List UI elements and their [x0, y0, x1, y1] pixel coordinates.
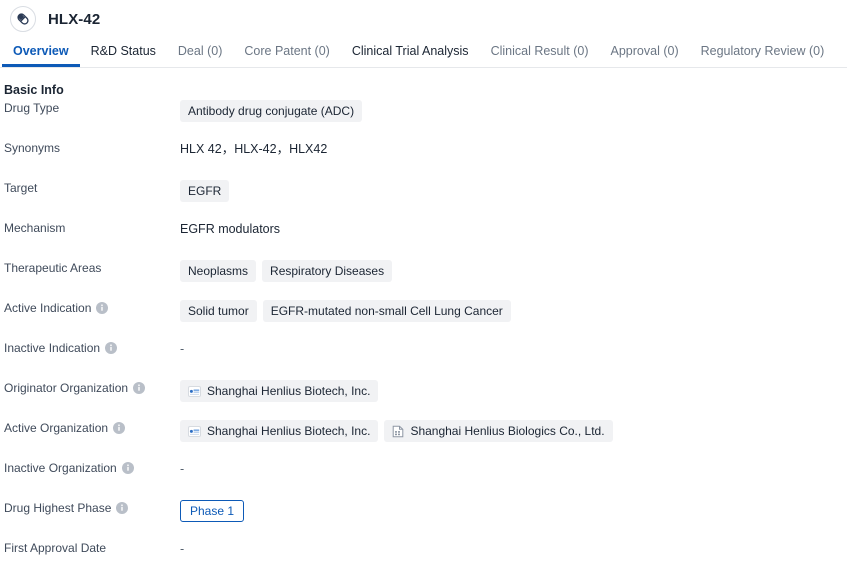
- tab-clinical-result[interactable]: Clinical Result (0): [480, 38, 600, 67]
- chip-drug-type[interactable]: Antibody drug conjugate (ADC): [180, 100, 363, 122]
- tab-core-patent[interactable]: Core Patent (0): [233, 38, 340, 67]
- field-label-synonyms: Synonyms: [0, 140, 180, 156]
- field-row-active-organization: Active Organization Shanghai Henlius Bio…: [0, 420, 847, 460]
- chip-label: Respiratory Diseases: [270, 264, 385, 278]
- empty-value-dash: -: [180, 342, 185, 356]
- chip-label: Solid tumor: [188, 304, 249, 318]
- chip-organization-henlius-biologics[interactable]: Shanghai Henlius Biologics Co., Ltd.: [384, 420, 613, 442]
- field-value-active-indication: Solid tumor EGFR-mutated non-small Cell …: [180, 300, 847, 322]
- field-label-text: Drug Highest Phase: [4, 501, 112, 515]
- tab-bar: Overview R&D Status Deal (0) Core Patent…: [0, 38, 847, 68]
- field-label-drug-type: Drug Type: [0, 100, 180, 116]
- tab-approval[interactable]: Approval (0): [600, 38, 690, 67]
- chip-organization-henlius-biotech[interactable]: Shanghai Henlius Biotech, Inc.: [180, 420, 379, 442]
- status-badge-phase[interactable]: Phase 1: [180, 500, 245, 522]
- field-value-first-approval-date: -: [180, 540, 847, 558]
- field-label-therapeutic-areas: Therapeutic Areas: [0, 260, 180, 276]
- field-row-mechanism: Mechanism EGFR modulators: [0, 220, 847, 260]
- chip-indication-solid-tumor[interactable]: Solid tumor: [180, 300, 257, 322]
- empty-value-dash: -: [180, 542, 185, 556]
- info-icon[interactable]: [105, 342, 118, 354]
- building-icon: [392, 425, 404, 438]
- field-value-originator-organization: Shanghai Henlius Biotech, Inc.: [180, 380, 847, 402]
- field-label-text: Originator Organization: [4, 381, 129, 395]
- chip-label: Shanghai Henlius Biotech, Inc.: [207, 384, 371, 398]
- field-value-mechanism: EGFR modulators: [180, 220, 847, 238]
- company-logo-icon: [188, 385, 201, 398]
- tab-rd-status[interactable]: R&D Status: [80, 38, 167, 67]
- mechanism-text: EGFR modulators: [180, 222, 281, 236]
- overview-panel: Basic Info Drug Type Antibody drug conju…: [0, 68, 847, 580]
- field-label-text: Active Indication: [4, 301, 92, 315]
- field-label-originator-organization: Originator Organization: [0, 380, 180, 396]
- field-value-drug-type: Antibody drug conjugate (ADC): [180, 100, 847, 122]
- tab-overview[interactable]: Overview: [2, 38, 80, 67]
- field-row-drug-highest-phase: Drug Highest Phase Phase 1: [0, 500, 847, 540]
- chip-organization-henlius-biotech[interactable]: Shanghai Henlius Biotech, Inc.: [180, 380, 379, 402]
- field-label-text: Inactive Indication: [4, 341, 101, 355]
- field-row-active-indication: Active Indication Solid tumor EGFR-mutat…: [0, 300, 847, 340]
- field-label-target: Target: [0, 180, 180, 196]
- field-row-target: Target EGFR: [0, 180, 847, 220]
- chip-label: Antibody drug conjugate (ADC): [188, 104, 355, 118]
- info-icon[interactable]: [116, 502, 129, 514]
- field-value-synonyms: HLX 42，HLX-42，HLX42: [180, 140, 847, 158]
- field-label-mechanism: Mechanism: [0, 220, 180, 236]
- chip-indication-egfr-nsclc[interactable]: EGFR-mutated non-small Cell Lung Cancer: [262, 300, 511, 322]
- field-row-inactive-indication: Inactive Indication -: [0, 340, 847, 380]
- field-label-text: Mechanism: [4, 221, 66, 235]
- field-label-text: Therapeutic Areas: [4, 261, 102, 275]
- chip-label: EGFR: [188, 184, 222, 198]
- field-row-therapeutic-areas: Therapeutic Areas Neoplasms Respiratory …: [0, 260, 847, 300]
- field-label-inactive-indication: Inactive Indication: [0, 340, 180, 356]
- field-label-text: Drug Type: [4, 101, 60, 115]
- section-title-basic-info: Basic Info: [4, 83, 64, 97]
- company-logo-icon: [188, 425, 201, 438]
- capsule-pill-icon: [10, 6, 36, 32]
- field-label-text: Active Organization: [4, 421, 109, 435]
- field-label-drug-highest-phase: Drug Highest Phase: [0, 500, 180, 516]
- field-label-inactive-organization: Inactive Organization: [0, 460, 180, 476]
- field-label-text: First Approval Date: [4, 541, 107, 555]
- field-row-synonyms: Synonyms HLX 42，HLX-42，HLX42: [0, 140, 847, 180]
- chip-therapeutic-area-neoplasms[interactable]: Neoplasms: [180, 260, 257, 282]
- tab-clinical-trial-analysis[interactable]: Clinical Trial Analysis: [341, 38, 480, 67]
- info-icon[interactable]: [121, 462, 134, 474]
- info-icon[interactable]: [133, 382, 146, 394]
- field-label-text: Synonyms: [4, 141, 61, 155]
- field-label-active-indication: Active Indication: [0, 300, 180, 316]
- field-value-target: EGFR: [180, 180, 847, 202]
- field-label-text: Target: [4, 181, 38, 195]
- chip-label: Shanghai Henlius Biotech, Inc.: [207, 424, 371, 438]
- info-icon[interactable]: [113, 422, 126, 434]
- field-value-active-organization: Shanghai Henlius Biotech, Inc. Shanghai …: [180, 420, 847, 442]
- chip-label: Neoplasms: [188, 264, 249, 278]
- field-row-originator-organization: Originator Organization Shanghai Henlius…: [0, 380, 847, 420]
- chip-label: EGFR-mutated non-small Cell Lung Cancer: [270, 304, 503, 318]
- field-label-active-organization: Active Organization: [0, 420, 180, 436]
- page-title: HLX-42: [48, 10, 101, 28]
- tab-regulatory-review[interactable]: Regulatory Review (0): [690, 38, 836, 67]
- field-row-first-approval-date: First Approval Date -: [0, 540, 847, 580]
- chip-label: Shanghai Henlius Biologics Co., Ltd.: [410, 424, 605, 438]
- field-row-drug-type: Drug Type Antibody drug conjugate (ADC): [0, 100, 847, 140]
- chip-therapeutic-area-respiratory[interactable]: Respiratory Diseases: [262, 260, 393, 282]
- field-value-therapeutic-areas: Neoplasms Respiratory Diseases: [180, 260, 847, 282]
- synonyms-text: HLX 42，HLX-42，HLX42: [180, 142, 328, 156]
- tab-deal[interactable]: Deal (0): [167, 38, 233, 67]
- field-value-drug-highest-phase: Phase 1: [180, 500, 847, 522]
- field-label-text: Inactive Organization: [4, 461, 117, 475]
- field-row-inactive-organization: Inactive Organization -: [0, 460, 847, 500]
- field-label-first-approval-date: First Approval Date: [0, 540, 180, 556]
- field-value-inactive-organization: -: [180, 460, 847, 478]
- field-value-inactive-indication: -: [180, 340, 847, 358]
- page-header: HLX-42: [0, 0, 847, 38]
- chip-target[interactable]: EGFR: [180, 180, 230, 202]
- empty-value-dash: -: [180, 462, 185, 476]
- info-icon[interactable]: [96, 302, 109, 314]
